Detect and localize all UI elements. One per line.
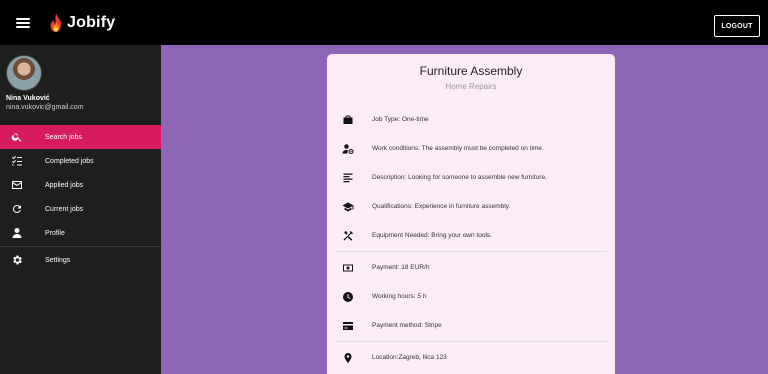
- work-conditions-text: Work conditions: The assembly must be co…: [372, 145, 544, 152]
- app-title: Jobify: [67, 13, 116, 31]
- qualifications-text: Qualifications: Experience in furniture …: [372, 203, 511, 210]
- job-type-text: Job Type: One-time: [372, 116, 429, 123]
- sidebar-item-label: Settings: [45, 256, 71, 264]
- sidebar-item-settings[interactable]: Settings: [0, 248, 161, 272]
- description-row: Description: Looking for someone to asse…: [327, 163, 615, 192]
- sidebar-item-label: Applied jobs: [45, 181, 84, 189]
- equipment-text: Equipment Needed: Bring your own tools.: [372, 232, 492, 239]
- sidebar-item-completed-jobs[interactable]: Completed jobs: [0, 149, 161, 173]
- job-category: Home Repairs: [445, 82, 497, 91]
- sidebar-nav: Search jobs Completed jobs Applied jobs …: [0, 125, 161, 272]
- sidebar-item-current-jobs[interactable]: Current jobs: [0, 197, 161, 221]
- sidebar-item-search-jobs[interactable]: Search jobs: [0, 125, 161, 149]
- sidebar-item-profile[interactable]: Profile: [0, 221, 161, 245]
- description-text: Description: Looking for someone to asse…: [372, 174, 547, 181]
- location-row: Location:Zagreb, Ilica 123: [327, 343, 615, 372]
- job-card: Furniture Assembly Home Repairs Job Type…: [327, 54, 615, 374]
- description-icon: [341, 171, 355, 185]
- search-icon: [9, 129, 25, 145]
- menu-icon[interactable]: [16, 17, 30, 28]
- briefcase-icon: [341, 113, 355, 127]
- user-profile: Nina Vuković nina.vukovic@gmail.com: [0, 45, 161, 125]
- person-icon: [9, 225, 25, 241]
- logout-button[interactable]: LOGOUT: [714, 15, 760, 37]
- clock-icon: [341, 290, 355, 304]
- credit-card-icon: [341, 319, 355, 333]
- job-type-row: Job Type: One-time: [327, 105, 615, 134]
- mail-icon: [9, 177, 25, 193]
- avatar[interactable]: [6, 55, 42, 91]
- payment-text: Payment: 18 EUR/h: [372, 264, 430, 271]
- equipment-row: Equipment Needed: Bring your own tools.: [327, 221, 615, 250]
- divider: [0, 246, 161, 247]
- location-pin-icon: [341, 351, 355, 365]
- sidebar-item-applied-jobs[interactable]: Applied jobs: [0, 173, 161, 197]
- job-title: Furniture Assembly: [419, 64, 523, 78]
- job-details: Job Type: One-time Work conditions: The …: [327, 105, 615, 372]
- payment-row: Payment: 18 EUR/h: [327, 253, 615, 282]
- checklist-icon: [9, 153, 25, 169]
- refresh-icon: [9, 201, 25, 217]
- graduation-cap-icon: [341, 200, 355, 214]
- divider: [335, 251, 607, 252]
- working-hours-row: Working hours: 5 h: [327, 282, 615, 311]
- payment-method-text: Payment method: Stripe: [372, 322, 442, 329]
- tools-icon: [341, 229, 355, 243]
- payment-method-row: Payment method: Stripe: [327, 311, 615, 340]
- work-conditions-row: Work conditions: The assembly must be co…: [327, 134, 615, 163]
- location-text: Location:Zagreb, Ilica 123: [372, 354, 447, 361]
- app-logo[interactable]: Jobify: [48, 12, 116, 33]
- divider: [335, 341, 607, 342]
- person-settings-icon: [341, 142, 355, 156]
- working-hours-text: Working hours: 5 h: [372, 293, 427, 300]
- sidebar: Nina Vuković nina.vukovic@gmail.com Sear…: [0, 45, 161, 374]
- user-email: nina.vukovic@gmail.com: [6, 104, 84, 111]
- user-name: Nina Vuković: [6, 95, 50, 102]
- sidebar-item-label: Profile: [45, 229, 65, 237]
- money-icon: [341, 261, 355, 275]
- sidebar-item-label: Search jobs: [45, 133, 82, 141]
- sidebar-item-label: Current jobs: [45, 205, 84, 213]
- flame-icon: [50, 12, 61, 32]
- sidebar-item-label: Completed jobs: [45, 157, 94, 165]
- qualifications-row: Qualifications: Experience in furniture …: [327, 192, 615, 221]
- gear-icon: [9, 252, 25, 268]
- top-app-bar: Jobify LOGOUT: [0, 0, 768, 45]
